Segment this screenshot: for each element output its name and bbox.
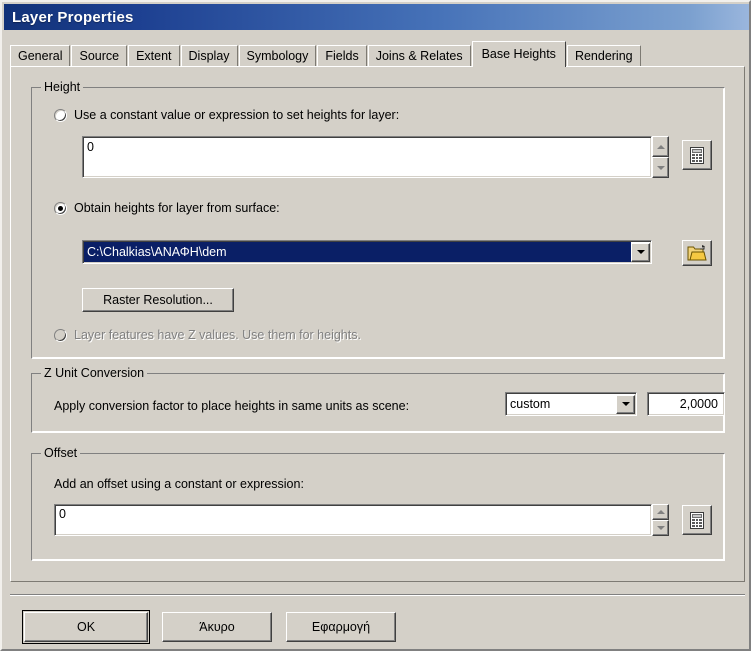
spinner-down-icon[interactable] (652, 157, 669, 178)
dialog-button-bar: OK Άκυρο Εφαρμογή (22, 610, 410, 644)
offset-groupbox: Offset Add an offset using a constant or… (31, 446, 725, 561)
tab-display[interactable]: Display (180, 45, 238, 66)
radio-use-constant-value[interactable]: Use a constant value or expression to se… (54, 108, 399, 122)
z-unit-combobox[interactable]: custom (505, 392, 637, 416)
window-title: Layer Properties (12, 8, 134, 26)
tab-symbology[interactable]: Symbology (238, 45, 317, 66)
radio-obtain-from-surface[interactable]: Obtain heights for layer from surface: (54, 201, 280, 215)
constant-height-spinner[interactable] (652, 136, 669, 178)
chevron-down-icon[interactable] (631, 242, 650, 262)
radio-layer-has-z-values-label: Layer features have Z values. Use them f… (74, 328, 361, 342)
offset-spinner[interactable] (652, 504, 669, 536)
offset-groupbox-label: Offset (41, 446, 81, 460)
ok-button-label: OK (76, 620, 96, 634)
tab-general[interactable]: General (10, 45, 71, 66)
z-unit-conversion-description: Apply conversion factor to place heights… (54, 399, 410, 413)
calculator-icon (690, 146, 704, 164)
z-unit-factor-input[interactable]: 2,0000 (647, 392, 725, 416)
folder-open-icon (687, 244, 707, 262)
tab-extent[interactable]: Extent (128, 45, 180, 66)
surface-combobox-value: C:\Chalkias\ΑΝΑΦΗ\dem (84, 242, 631, 262)
spinner-up-icon[interactable] (652, 136, 669, 157)
ok-button[interactable]: OK (22, 610, 150, 644)
raster-resolution-button[interactable]: Raster Resolution... (82, 288, 234, 312)
cancel-button[interactable]: Άκυρο (162, 612, 272, 642)
tab-source[interactable]: Source (71, 45, 128, 66)
radio-use-constant-value-indicator[interactable] (54, 108, 67, 122)
tab-fields[interactable]: Fields (317, 45, 367, 66)
calculator-icon (690, 511, 704, 529)
z-unit-factor-value: 2,0000 (679, 397, 718, 411)
spinner-down-icon[interactable] (652, 520, 669, 536)
z-unit-conversion-groupbox-label: Z Unit Conversion (41, 366, 148, 380)
offset-value: 0 (59, 507, 66, 521)
z-unit-combobox-value: custom (510, 397, 551, 411)
constant-height-value: 0 (87, 140, 94, 154)
height-groupbox-label: Height (41, 80, 84, 94)
chevron-down-icon[interactable] (616, 394, 635, 414)
apply-button-label: Εφαρμογή (311, 620, 371, 634)
tab-rendering[interactable]: Rendering (566, 45, 641, 66)
cancel-button-label: Άκυρο (199, 620, 235, 634)
constant-height-expression-button[interactable] (682, 140, 712, 170)
radio-layer-has-z-values-indicator (54, 328, 67, 342)
title-bar[interactable]: Layer Properties (4, 4, 749, 30)
offset-description: Add an offset using a constant or expres… (54, 477, 304, 491)
height-groupbox: Height Use a constant value or expressio… (31, 80, 725, 359)
radio-layer-has-z-values: Layer features have Z values. Use them f… (54, 328, 361, 342)
radio-obtain-from-surface-label: Obtain heights for layer from surface: (74, 201, 280, 215)
offset-expression-button[interactable] (682, 505, 712, 535)
raster-resolution-button-label: Raster Resolution... (103, 293, 213, 307)
radio-obtain-from-surface-indicator[interactable] (54, 201, 67, 215)
tab-strip: General Source Extent Display Symbology … (10, 41, 749, 67)
apply-button[interactable]: Εφαρμογή (286, 612, 396, 642)
radio-use-constant-value-label: Use a constant value or expression to se… (74, 108, 400, 122)
tab-page-base-heights: Height Use a constant value or expressio… (10, 66, 745, 582)
z-unit-conversion-groupbox: Z Unit Conversion Apply conversion facto… (31, 366, 725, 433)
footer-separator (10, 594, 745, 596)
offset-input[interactable]: 0 (54, 504, 652, 536)
surface-combobox[interactable]: C:\Chalkias\ΑΝΑΦΗ\dem (82, 240, 652, 264)
tab-joins-relates[interactable]: Joins & Relates (367, 45, 471, 66)
layer-properties-dialog: Layer Properties General Source Extent D… (0, 0, 751, 651)
browse-surface-button[interactable] (682, 240, 712, 266)
constant-height-input[interactable]: 0 (82, 136, 652, 178)
tab-base-heights[interactable]: Base Heights (471, 41, 566, 67)
spinner-up-icon[interactable] (652, 504, 669, 520)
